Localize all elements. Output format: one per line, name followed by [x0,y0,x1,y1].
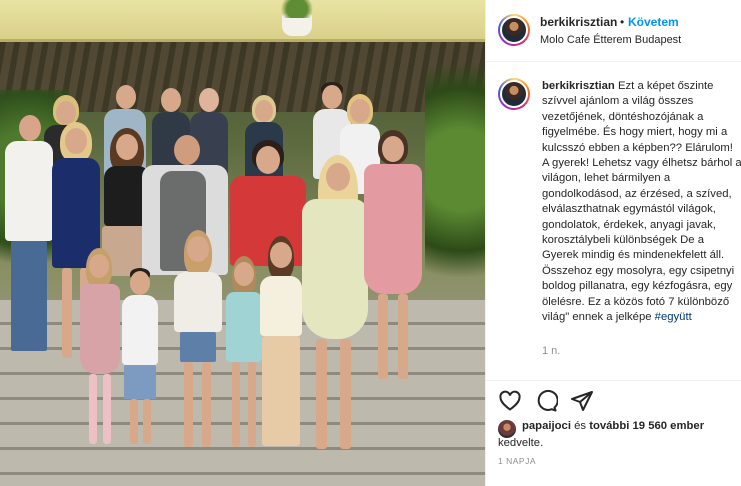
post-date[interactable]: 1 NAPJA [498,456,536,466]
caption-username[interactable]: berkikrisztian [542,80,615,92]
follow-button[interactable]: Követem [628,15,679,29]
caption-body: Ezt a képet őszinte szívvel ajánlom a vi… [542,80,741,324]
photo-foliage-right [425,40,485,300]
post-header: berkikrisztian • Követem Molo Cafe Étter… [486,0,741,62]
likes-summary: papaijoci és további 19 560 ember kedvel… [486,418,741,458]
post-actions [486,380,741,420]
caption-time-ago: 1 n. [542,345,561,357]
separator-dot: • [620,15,625,29]
share-icon[interactable] [570,389,596,415]
liker-username[interactable]: papaijoci [522,420,571,432]
likes-suffix: kedvelte. [498,437,544,449]
post-location[interactable]: Molo Cafe Étterem Budapest [540,34,681,46]
likes-line: papaijoci és további 19 560 ember [522,420,704,432]
comment-icon[interactable] [534,389,560,415]
photo-child [76,248,124,458]
photo-child [168,230,228,462]
author-avatar[interactable] [498,14,530,46]
liker-avatar[interactable] [498,420,516,438]
photo-flower-pot [276,0,318,36]
photo-person [360,130,430,390]
author-username[interactable]: berkikrisztian [540,15,617,29]
caption-hashtag[interactable]: #együtt [655,311,692,323]
heart-icon[interactable] [498,389,524,415]
likes-others[interactable]: további 19 560 ember [589,420,704,432]
photo-awning [0,0,485,42]
post-photo[interactable] [0,0,485,486]
caption-avatar[interactable] [498,78,530,110]
likes-and: és [570,420,590,432]
caption-text: berkikrisztian Ezt a képet őszinte szívv… [542,79,741,365]
photo-child [118,268,162,458]
post-caption: berkikrisztian Ezt a képet őszinte szívv… [486,62,741,380]
photo-child [256,236,306,461]
post-side-panel: berkikrisztian • Követem Molo Cafe Étter… [485,0,741,486]
